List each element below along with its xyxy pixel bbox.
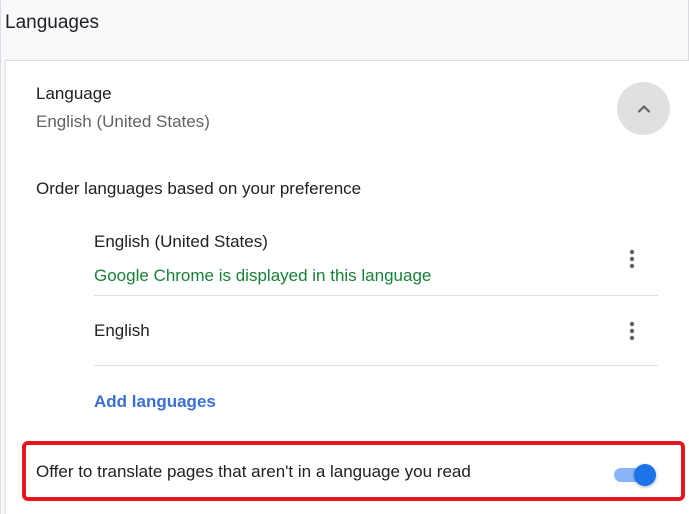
translate-offer-label: Offer to translate pages that aren't in …	[36, 462, 471, 481]
translate-offer-toggle[interactable]	[612, 463, 656, 486]
display-language-note: Google Chrome is displayed in this langu…	[94, 266, 432, 285]
language-menu-button[interactable]	[620, 319, 644, 343]
collapse-language-button[interactable]	[617, 82, 670, 135]
chevron-up-icon	[637, 104, 650, 113]
list-item: English	[94, 296, 658, 366]
language-name: English	[94, 321, 150, 340]
section-title: Languages	[5, 12, 100, 33]
language-value: English (United States)	[36, 112, 210, 131]
list-item: English (United States) Google Chrome is…	[94, 221, 658, 296]
translate-offer-row: Offer to translate pages that aren't in …	[22, 441, 685, 501]
more-vert-icon	[629, 249, 635, 269]
language-header: Language English (United States)	[36, 83, 210, 133]
add-languages-button[interactable]: Add languages	[94, 391, 216, 413]
languages-card: Language English (United States) Order l…	[5, 60, 689, 514]
language-name: English (United States)	[94, 232, 268, 251]
toggle-knob	[634, 464, 656, 486]
language-label: Language	[36, 84, 112, 103]
more-vert-icon	[629, 321, 635, 341]
language-list: English (United States) Google Chrome is…	[94, 221, 658, 366]
language-menu-button[interactable]	[620, 247, 644, 271]
settings-page: Languages Language English (United State…	[0, 0, 689, 514]
order-languages-label: Order languages based on your preference	[36, 179, 362, 198]
